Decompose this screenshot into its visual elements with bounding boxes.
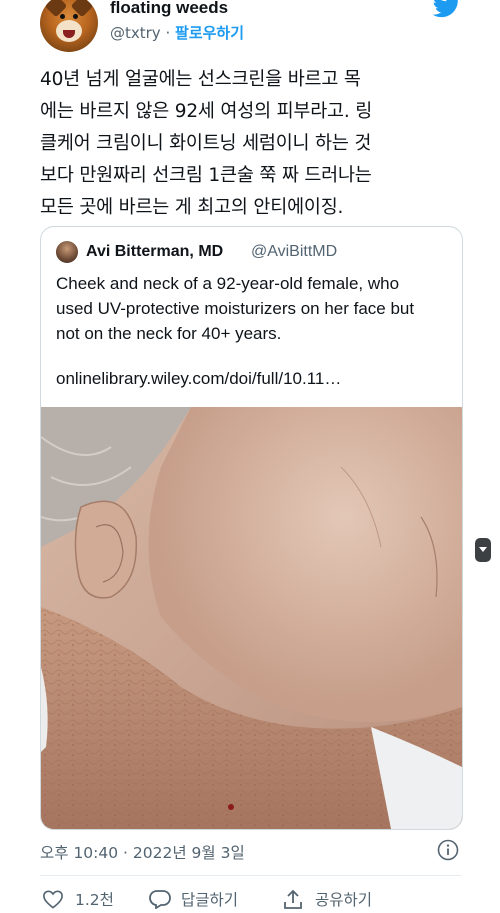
dog-eye-right	[73, 14, 78, 19]
quoted-text-line: Cheek and neck of a 92-year-old female, …	[56, 274, 400, 293]
follow-button[interactable]: 팔로우하기	[175, 24, 244, 42]
quoted-tweet-text: Cheek and neck of a 92-year-old female, …	[56, 271, 451, 346]
author-handle-row: @txtry · 팔로우하기	[110, 22, 244, 43]
author-display-name[interactable]: floating weeds	[110, 0, 228, 18]
quoted-author-name: Avi Bitterman, MD	[86, 243, 224, 260]
reply-label: 답글하기	[181, 891, 239, 909]
tweet-line: 클케어 크림이니 화이트닝 세럼이니 하는 것	[40, 133, 372, 154]
actions-divider	[40, 875, 461, 876]
twitter-bird-icon[interactable]	[432, 0, 462, 18]
tweet-timestamp[interactable]: 오후 10:40 · 2022년 9월 3일	[40, 841, 245, 863]
scroll-handle[interactable]	[475, 538, 491, 562]
share-label: 공유하기	[315, 891, 373, 909]
tweet-line: 모든 곳에 바르는 게 최고의 안티에이징.	[40, 197, 344, 218]
reply-bubble-icon	[149, 890, 171, 909]
dog-eye-left	[60, 14, 65, 19]
author-handle[interactable]: @txtry	[110, 24, 161, 42]
tweet-line: 40년 넘게 얼굴에는 선스크린을 바르고 목	[40, 69, 361, 90]
like-count: 1.2천	[75, 891, 114, 909]
quoted-photo[interactable]	[41, 407, 462, 829]
info-icon[interactable]	[437, 839, 459, 861]
quoted-author-avatar	[56, 241, 78, 263]
share-upload-icon	[284, 889, 302, 909]
quoted-author-handle: @AviBittMD	[251, 243, 338, 260]
quoted-tweet-card[interactable]: Avi Bitterman, MD @AviBittMD Cheek and n…	[40, 226, 463, 830]
skin-closeup-image	[41, 407, 462, 829]
tweet-text: 40년 넘게 얼굴에는 선스크린을 바르고 목 에는 바르지 않은 92세 여성…	[40, 64, 470, 224]
heart-icon	[43, 890, 63, 909]
author-avatar[interactable]	[40, 0, 98, 52]
quoted-text-line: used UV-protective moisturizers on her f…	[56, 299, 415, 318]
tweet-line: 에는 바르지 않은 92세 여성의 피부라고. 링	[40, 101, 373, 122]
handle-separator: ·	[165, 24, 171, 42]
tweet-line: 보다 만원짜리 선크림 1큰술 쭉 짜 드러나는	[40, 165, 372, 186]
quoted-text-line: not on the neck for 40+ years.	[56, 324, 282, 343]
quoted-link[interactable]: onlinelibrary.wiley.com/doi/full/10.11…	[56, 369, 341, 389]
